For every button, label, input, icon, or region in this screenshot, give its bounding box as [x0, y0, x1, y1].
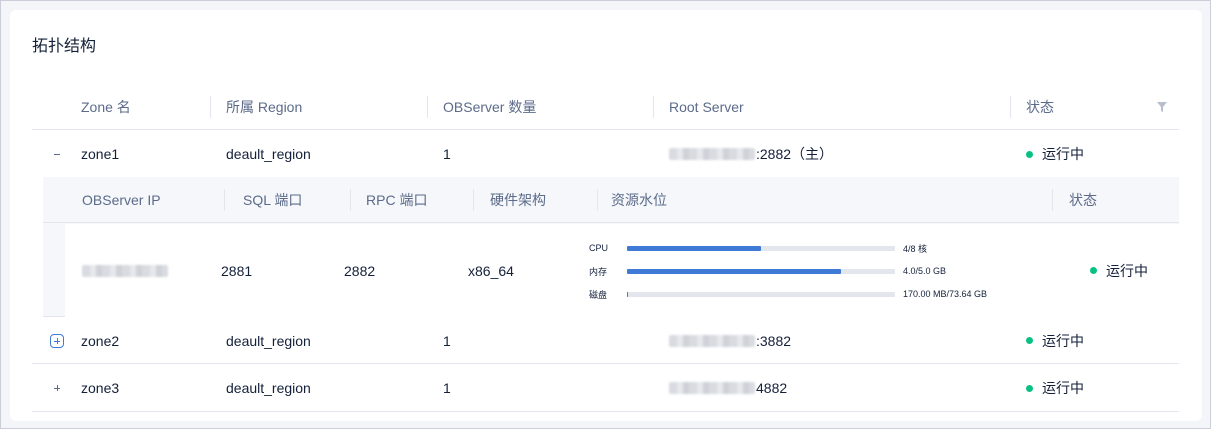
col-zone-name[interactable]: Zone 名 — [81, 84, 131, 129]
col-sql-port: SQL 端口 — [243, 191, 303, 208]
status-text: 运行中 — [1106, 262, 1148, 279]
col-status[interactable]: 状态 — [1026, 84, 1054, 129]
resource-label: 磁盘 — [589, 289, 608, 300]
zone-name: zone2 — [81, 332, 120, 349]
column-divider — [350, 189, 351, 211]
resource-bar — [627, 291, 895, 297]
resource-bar-fill — [627, 245, 761, 251]
zone-region: deault_region — [226, 332, 311, 349]
observer-subtable: OBServer IP SQL 端口 RPC 端口 硬件架构 资源水位 状态 2… — [43, 177, 1179, 317]
plus-icon[interactable] — [50, 333, 64, 348]
col-resources: 资源水位 — [611, 191, 667, 208]
root-server-port: :3882 — [756, 332, 792, 349]
status-text: 运行中 — [1042, 380, 1084, 396]
root-server-port: 4882 — [756, 380, 788, 396]
resource-cpu: CPU 4/8 核 — [589, 241, 927, 255]
column-divider — [427, 96, 428, 118]
column-divider — [210, 96, 211, 118]
col-observer-count[interactable]: OBServer 数量 — [443, 84, 536, 129]
resource-bar — [627, 268, 895, 274]
running-dot-icon — [1026, 337, 1033, 344]
redacted-ip — [82, 264, 168, 277]
column-divider — [1010, 96, 1011, 118]
column-divider — [224, 189, 225, 211]
resource-value: 4/8 核 — [903, 243, 928, 254]
col-observer-ip: OBServer IP — [82, 191, 161, 208]
status-badge: 运行中 — [1026, 318, 1084, 363]
column-divider — [1052, 189, 1053, 211]
resource-disk: 磁盘 170.00 MB/73.64 GB — [589, 287, 987, 301]
card-title: 拓扑结构 — [32, 38, 97, 55]
status-badge: 运行中 — [1026, 131, 1084, 177]
zone-name: zone1 — [81, 146, 120, 162]
resource-bar-fill — [627, 268, 842, 274]
resource-label: 内存 — [589, 266, 608, 277]
root-server: 4882 — [669, 365, 787, 411]
collapse-icon[interactable] — [50, 147, 64, 161]
resource-bar-fill — [627, 291, 629, 297]
filter-icon[interactable] — [1157, 102, 1167, 112]
observer-sql-port: 2881 — [221, 262, 253, 279]
column-divider — [653, 96, 654, 118]
column-divider — [473, 189, 474, 211]
running-dot-icon — [1026, 150, 1033, 158]
redacted-ip — [669, 382, 755, 394]
observer-arch: x86_64 — [468, 262, 514, 279]
status-badge: 运行中 — [1026, 365, 1084, 411]
zone-observer-count: 1 — [443, 332, 451, 349]
observer-row: 2881 2882 x86_64 CPU 4/8 核 内存 4.0/5.0 GB — [65, 224, 1179, 317]
zone-observer-count: 1 — [443, 146, 451, 162]
root-server-port: :2882（主） — [756, 146, 834, 162]
table-header: Zone 名 所属 Region OBServer 数量 Root Server… — [32, 84, 1179, 130]
zone-region: deault_region — [226, 146, 311, 162]
topology-card: 拓扑结构 Zone 名 所属 Region OBServer 数量 Root S… — [10, 10, 1202, 421]
running-dot-icon — [1090, 267, 1097, 274]
redacted-ip — [669, 334, 755, 347]
col-rpc-port: RPC 端口 — [366, 191, 428, 208]
redacted-ip — [669, 148, 755, 160]
table-row[interactable]: zone3 deault_region 1 4882 运行中 — [32, 365, 1179, 412]
status-text: 运行中 — [1042, 146, 1084, 162]
root-server: :3882 — [669, 318, 791, 363]
observer-subtable-header: OBServer IP SQL 端口 RPC 端口 硬件架构 资源水位 状态 — [43, 177, 1179, 223]
plus-icon[interactable] — [50, 381, 64, 395]
status-text: 运行中 — [1042, 332, 1084, 349]
status-badge: 运行中 — [1090, 224, 1148, 317]
col-observer-status: 状态 — [1069, 191, 1097, 208]
col-arch: 硬件架构 — [490, 191, 546, 208]
col-region[interactable]: 所属 Region — [226, 84, 302, 129]
running-dot-icon — [1026, 384, 1033, 392]
observer-ip — [82, 224, 169, 317]
resource-label: CPU — [589, 243, 609, 253]
zone-region: deault_region — [226, 380, 311, 396]
table-row[interactable]: zone1 deault_region 1 :2882（主） 运行中 — [32, 131, 1179, 177]
zone-name: zone3 — [81, 380, 120, 396]
observer-rpc-port: 2882 — [344, 262, 376, 279]
resource-bar — [627, 245, 895, 251]
zone-observer-count: 1 — [443, 380, 451, 396]
resource-value: 170.00 MB/73.64 GB — [903, 289, 988, 299]
resource-levels: CPU 4/8 核 内存 4.0/5.0 GB 磁盘 170.00 MB/73.… — [589, 224, 1039, 317]
column-divider — [597, 189, 598, 211]
resource-memory: 内存 4.0/5.0 GB — [589, 264, 946, 278]
table-row[interactable]: zone2 deault_region 1 :3882 运行中 — [32, 318, 1179, 364]
col-root-server[interactable]: Root Server — [669, 84, 744, 129]
resource-value: 4.0/5.0 GB — [903, 266, 947, 276]
root-server: :2882（主） — [669, 131, 833, 177]
window-frame: 拓扑结构 Zone 名 所属 Region OBServer 数量 Root S… — [0, 0, 1211, 429]
